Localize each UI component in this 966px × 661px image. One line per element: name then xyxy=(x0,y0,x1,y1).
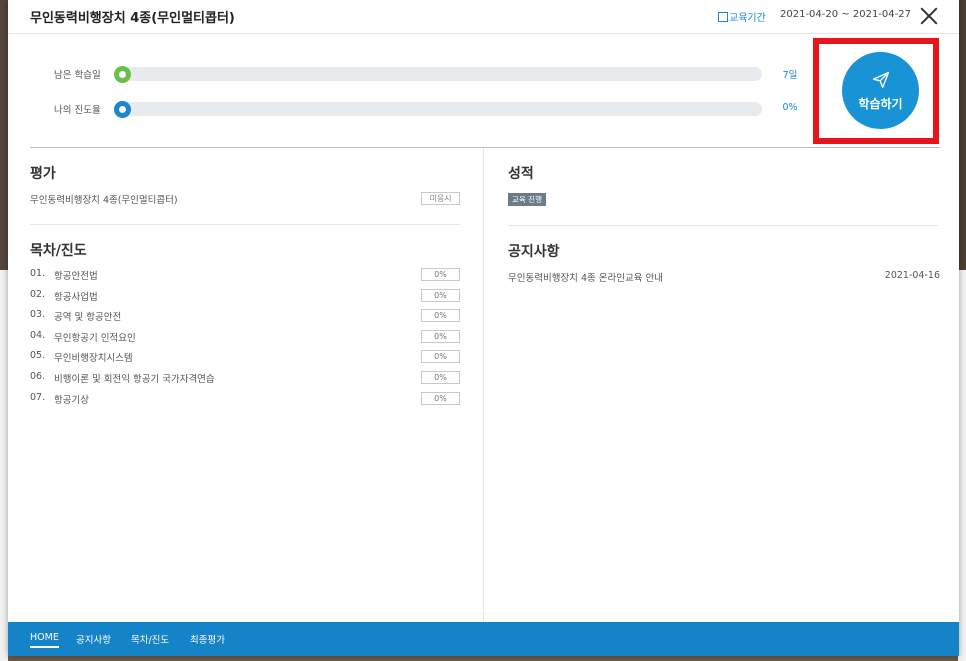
grade-status-badge: 교육 진행 xyxy=(508,193,546,206)
toc-item[interactable]: 07. 항공기상 xyxy=(30,392,410,406)
toc-item[interactable]: 03. 공역 및 항공안전 xyxy=(30,309,410,323)
toc-item-label: 비행이론 및 회전익 항공기 국가자격연습 xyxy=(54,374,215,385)
close-icon[interactable] xyxy=(917,4,941,28)
evaluation-item[interactable]: 무인동력비행장치 4종(무인멀티콥터) xyxy=(30,192,178,206)
toc-item-label: 항공기상 xyxy=(54,395,89,406)
remaining-days-row: 남은 학습일 7일 xyxy=(8,66,828,83)
toc-title: 목차/진도 xyxy=(30,243,87,259)
toc-item-progress: 0% xyxy=(421,330,460,343)
grade-title: 성적 xyxy=(508,166,534,182)
toc-item[interactable]: 06. 비행이론 및 회전익 항공기 국가자격연습 xyxy=(30,371,410,385)
tab-toc[interactable]: 목차/진도 xyxy=(131,632,169,646)
period-label: 교육기간 xyxy=(718,9,766,24)
toc-item-number: 03. xyxy=(30,309,46,320)
my-progress-row: 나의 진도율 0% xyxy=(8,101,828,118)
my-progress-track xyxy=(114,102,762,116)
evaluation-title: 평가 xyxy=(30,166,56,182)
remaining-days-indicator xyxy=(114,66,131,83)
tab-notice[interactable]: 공지사항 xyxy=(76,632,111,646)
study-button-label: 학습하기 xyxy=(858,96,903,111)
course-modal: 무인동력비행장치 4종(무인멀티콥터) 교육기간 2021-04-20 ~ 20… xyxy=(8,0,959,656)
notice-item[interactable]: 무인동력비행장치 4종 온라인교육 안내 xyxy=(508,270,663,284)
remaining-days-label: 남은 학습일 xyxy=(54,70,101,81)
toc-item-progress: 0% xyxy=(421,392,460,405)
evaluation-status-badge: 미응시 xyxy=(421,192,460,205)
toc-item-progress: 0% xyxy=(421,371,460,384)
period-dates: 2021-04-20 ~ 2021-04-27 xyxy=(780,9,911,20)
study-button[interactable]: 학습하기 xyxy=(842,52,919,129)
toc-item-number: 06. xyxy=(30,371,46,382)
column-divider xyxy=(483,148,484,621)
study-highlight-box: 학습하기 xyxy=(813,38,939,144)
tab-final-evaluation[interactable]: 최종평가 xyxy=(190,632,225,646)
toc-item-label: 항공사업법 xyxy=(54,292,98,303)
tab-home[interactable]: HOME xyxy=(30,632,59,648)
toc-item[interactable]: 01. 항공안전법 xyxy=(30,268,410,282)
paper-plane-icon xyxy=(872,71,889,88)
my-progress-value: 0% xyxy=(782,102,798,113)
toc-item[interactable]: 02. 항공사업법 xyxy=(30,289,410,303)
hourglass-icon xyxy=(718,11,728,22)
toc-item-number: 02. xyxy=(30,289,46,300)
my-progress-label: 나의 진도율 xyxy=(54,105,101,116)
toc-item-number: 01. xyxy=(30,268,46,279)
modal-header: 무인동력비행장치 4종(무인멀티콥터) 교육기간 2021-04-20 ~ 20… xyxy=(8,0,959,34)
notice-date: 2021-04-16 xyxy=(884,270,940,281)
course-title: 무인동력비행장치 4종(무인멀티콥터) xyxy=(30,11,235,26)
toc-item-progress: 0% xyxy=(421,350,460,363)
footer-nav: HOME 공지사항 목차/진도 최종평가 xyxy=(8,622,959,656)
toc-item[interactable]: 05. 무인비행장치시스템 xyxy=(30,350,410,364)
background-right xyxy=(958,0,966,661)
toc-item[interactable]: 04. 무인항공기 인적요인 xyxy=(30,330,410,344)
toc-item-number: 04. xyxy=(30,330,46,341)
remaining-days-value: 7일 xyxy=(782,70,798,81)
toc-item-number: 07. xyxy=(30,392,46,403)
toc-item-progress: 0% xyxy=(421,289,460,302)
toc-item-label: 무인비행장치시스템 xyxy=(54,353,133,364)
notice-title: 공지사항 xyxy=(508,244,560,260)
toc-item-number: 05. xyxy=(30,350,46,361)
remaining-days-track xyxy=(114,67,762,81)
evaluation-divider xyxy=(30,224,460,225)
toc-item-progress: 0% xyxy=(421,268,460,281)
toc-item-label: 공역 및 항공안전 xyxy=(54,312,122,323)
my-progress-indicator xyxy=(114,101,131,118)
period-label-text: 교육기간 xyxy=(729,13,766,24)
toc-item-progress: 0% xyxy=(421,309,460,322)
background-left xyxy=(0,0,8,661)
toc-item-label: 무인항공기 인적요인 xyxy=(54,333,136,344)
grade-divider xyxy=(508,225,938,226)
toc-item-label: 항공안전법 xyxy=(54,271,98,282)
section-divider xyxy=(30,147,940,148)
